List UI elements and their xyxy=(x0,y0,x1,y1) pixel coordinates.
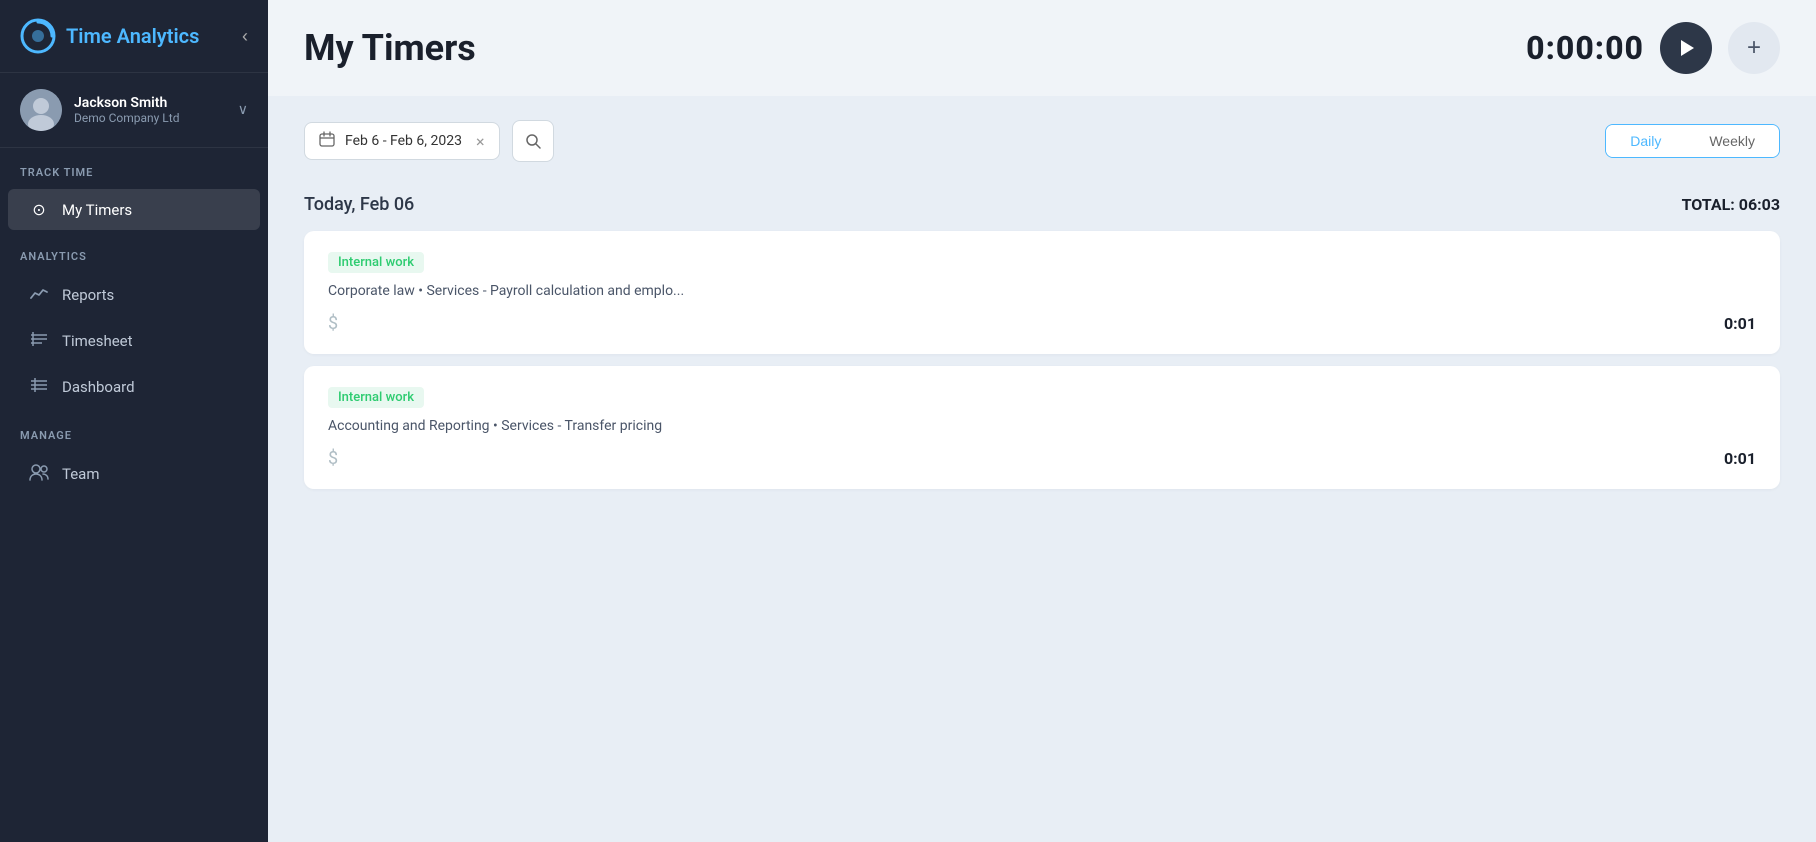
section-track-time: TRACK TIME ⊙ My Timers xyxy=(0,148,268,232)
dollar-icon-2: $ xyxy=(328,448,338,469)
entry-tag-2: Internal work xyxy=(328,387,424,408)
team-icon xyxy=(28,463,50,485)
main-header: My Timers 0:00:00 + xyxy=(268,0,1816,96)
sidebar-item-my-timers[interactable]: ⊙ My Timers xyxy=(8,189,260,230)
entry-bottom-2: $ 0:01 xyxy=(328,448,1756,469)
reports-icon xyxy=(28,284,50,306)
section-label-track-time: TRACK TIME xyxy=(0,148,268,187)
entry-time-1: 0:01 xyxy=(1724,314,1756,333)
entry-time-2: 0:01 xyxy=(1724,449,1756,468)
search-button[interactable] xyxy=(512,120,554,162)
logo-icon xyxy=(20,18,56,54)
content-area: Feb 6 - Feb 6, 2023 × Daily Weekly Today… xyxy=(268,96,1816,842)
sidebar-item-timesheet[interactable]: Timesheet xyxy=(8,319,260,363)
view-toggle: Daily Weekly xyxy=(1605,124,1780,158)
sidebar-item-label: Team xyxy=(62,465,100,483)
user-company: Demo Company Ltd xyxy=(74,111,226,125)
dollar-icon-1: $ xyxy=(328,313,338,334)
day-header: Today, Feb 06 TOTAL: 06:03 xyxy=(304,190,1780,219)
sidebar-item-label: Dashboard xyxy=(62,378,135,396)
sidebar-item-reports[interactable]: Reports xyxy=(8,273,260,317)
header-right: 0:00:00 + xyxy=(1526,22,1780,74)
play-icon xyxy=(1676,38,1696,58)
entry-tag-1: Internal work xyxy=(328,252,424,273)
add-icon: + xyxy=(1747,34,1761,62)
search-icon xyxy=(525,133,541,149)
date-range-text: Feb 6 - Feb 6, 2023 xyxy=(345,133,462,149)
calendar-icon xyxy=(319,131,335,151)
day-total: TOTAL: 06:03 xyxy=(1682,195,1780,214)
sidebar-item-label: Reports xyxy=(62,286,114,304)
main-content: My Timers 0:00:00 + xyxy=(268,0,1816,842)
user-name: Jackson Smith xyxy=(74,95,226,111)
weekly-view-button[interactable]: Weekly xyxy=(1685,125,1779,157)
daily-view-button[interactable]: Daily xyxy=(1606,125,1685,157)
sidebar-item-label: Timesheet xyxy=(62,332,133,350)
section-manage: MANAGE Team xyxy=(0,411,268,498)
toolbar: Feb 6 - Feb 6, 2023 × Daily Weekly xyxy=(304,120,1780,162)
timer-entry-1[interactable]: Internal work Corporate law • Services -… xyxy=(304,231,1780,354)
section-label-analytics: ANALYTICS xyxy=(0,232,268,271)
section-label-manage: MANAGE xyxy=(0,411,268,450)
timesheet-icon xyxy=(28,330,50,352)
day-label: Today, Feb 06 xyxy=(304,194,414,215)
avatar xyxy=(20,89,62,131)
app-title: Time Analytics xyxy=(66,24,199,48)
user-chevron-icon: ∨ xyxy=(238,102,248,118)
sidebar-item-dashboard[interactable]: Dashboard xyxy=(8,365,260,409)
logo-area: Time Analytics xyxy=(20,18,199,54)
add-button[interactable]: + xyxy=(1728,22,1780,74)
toolbar-left: Feb 6 - Feb 6, 2023 × xyxy=(304,120,554,162)
dashboard-icon xyxy=(28,376,50,398)
play-button[interactable] xyxy=(1660,22,1712,74)
date-clear-icon[interactable]: × xyxy=(476,132,485,151)
date-picker[interactable]: Feb 6 - Feb 6, 2023 × xyxy=(304,122,500,160)
page-title: My Timers xyxy=(304,27,476,69)
sidebar-header: Time Analytics ‹ xyxy=(0,0,268,73)
timer-display: 0:00:00 xyxy=(1526,29,1644,67)
user-info: Jackson Smith Demo Company Ltd xyxy=(74,95,226,125)
collapse-button[interactable]: ‹ xyxy=(238,22,252,51)
section-analytics: ANALYTICS Reports Timesheet xyxy=(0,232,268,411)
my-timers-icon: ⊙ xyxy=(28,200,50,219)
entry-bottom-1: $ 0:01 xyxy=(328,313,1756,334)
entry-desc-2: Accounting and Reporting • Services - Tr… xyxy=(328,418,1756,434)
sidebar-item-label: My Timers xyxy=(62,201,132,219)
sidebar-item-team[interactable]: Team xyxy=(8,452,260,496)
timer-entry-2[interactable]: Internal work Accounting and Reporting •… xyxy=(304,366,1780,489)
user-profile[interactable]: Jackson Smith Demo Company Ltd ∨ xyxy=(0,73,268,148)
sidebar: Time Analytics ‹ Jackson Smith Demo Comp… xyxy=(0,0,268,842)
entry-desc-1: Corporate law • Services - Payroll calcu… xyxy=(328,283,1756,299)
